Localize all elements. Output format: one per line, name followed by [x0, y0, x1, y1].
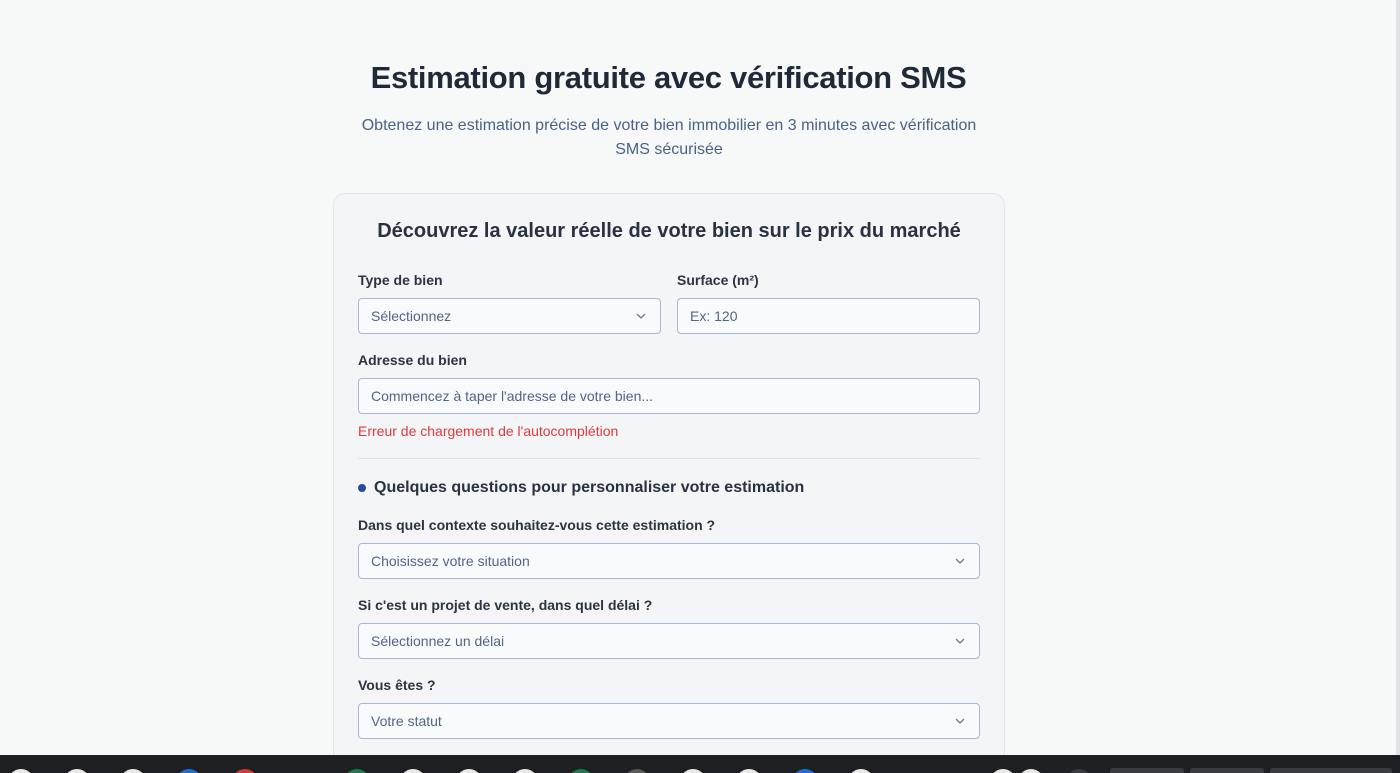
- taskbar-app-icon[interactable]: [176, 769, 202, 773]
- chevron-down-icon: [955, 558, 965, 564]
- address-input[interactable]: Commencez à taper l'adresse de votre bie…: [358, 378, 980, 414]
- taskbar-app-icon[interactable]: [848, 769, 874, 773]
- taskbar-app-icon[interactable]: [736, 769, 762, 773]
- taskbar-app-icon[interactable]: [8, 769, 34, 773]
- taskbar-app-icon[interactable]: [680, 769, 706, 773]
- taskbar-app-icon[interactable]: [456, 769, 482, 773]
- address-placeholder: Commencez à taper l'adresse de votre bie…: [371, 388, 654, 404]
- taskbar-app-icon[interactable]: [400, 769, 426, 773]
- page-title: Estimation gratuite avec vérification SM…: [370, 60, 967, 95]
- delay-select[interactable]: Sélectionnez un délai: [358, 623, 980, 659]
- section-title: Quelques questions pour personnaliser vo…: [374, 479, 805, 496]
- form-title: Découvrez la valeur réelle de votre bien…: [377, 220, 961, 242]
- taskbar-tray-item[interactable]: [1270, 768, 1392, 773]
- property-type-label: Type de bien: [358, 272, 443, 288]
- vertical-scrollbar[interactable]: [1396, 0, 1400, 755]
- estimation-form-card: Découvrez la valeur réelle de votre bien…: [333, 193, 1005, 755]
- address-label: Adresse du bien: [358, 352, 467, 368]
- divider: [358, 458, 980, 459]
- taskbar-app-icon[interactable]: [624, 769, 650, 773]
- status-value: Votre statut: [371, 713, 442, 729]
- context-select[interactable]: Choisissez votre situation: [358, 543, 980, 579]
- chevron-down-icon: [955, 638, 965, 644]
- section-heading: Quelques questions pour personnaliser vo…: [358, 479, 804, 497]
- taskbar: [0, 755, 1400, 773]
- status-select[interactable]: Votre statut: [358, 703, 980, 739]
- taskbar-app-icon[interactable]: [990, 769, 1016, 773]
- taskbar-app-icon[interactable]: [1018, 769, 1044, 773]
- taskbar-app-icon[interactable]: [344, 769, 370, 773]
- subtitle-line-2: SMS sécurisée: [615, 141, 723, 158]
- property-type-select[interactable]: Sélectionnez: [358, 298, 661, 334]
- surface-input[interactable]: Ex: 120: [677, 298, 980, 334]
- surface-placeholder: Ex: 120: [690, 308, 738, 324]
- taskbar-tray-item[interactable]: [1110, 768, 1184, 773]
- taskbar-app-icon[interactable]: [512, 769, 538, 773]
- status-label: Vous êtes ?: [358, 677, 436, 693]
- context-label: Dans quel contexte souhaitez-vous cette …: [358, 517, 716, 533]
- chevron-down-icon: [955, 718, 965, 724]
- property-type-value: Sélectionnez: [371, 308, 452, 324]
- chevron-down-icon: [636, 313, 646, 319]
- taskbar-app-icon[interactable]: [232, 769, 258, 773]
- page: Estimation gratuite avec vérification SM…: [0, 0, 1396, 755]
- taskbar-app-icon[interactable]: [792, 769, 818, 773]
- taskbar-app-icon[interactable]: [568, 769, 594, 773]
- delay-value: Sélectionnez un délai: [371, 633, 505, 649]
- surface-label: Surface (m²): [677, 272, 759, 288]
- autocomplete-error: Erreur de chargement de l'autocomplétion: [358, 423, 619, 439]
- subtitle-line-1: Obtenez une estimation précise de votre …: [361, 117, 977, 134]
- context-value: Choisissez votre situation: [371, 553, 530, 569]
- delay-label: Si c'est un projet de vente, dans quel d…: [358, 597, 653, 613]
- taskbar-app-icon[interactable]: [1066, 769, 1092, 773]
- taskbar-app-icon[interactable]: [64, 769, 90, 773]
- taskbar-tray-item[interactable]: [1190, 768, 1264, 773]
- bullet-icon: [358, 484, 366, 492]
- page-subtitle: Obtenez une estimation précise de votre …: [334, 114, 1004, 162]
- taskbar-app-icon[interactable]: [120, 769, 146, 773]
